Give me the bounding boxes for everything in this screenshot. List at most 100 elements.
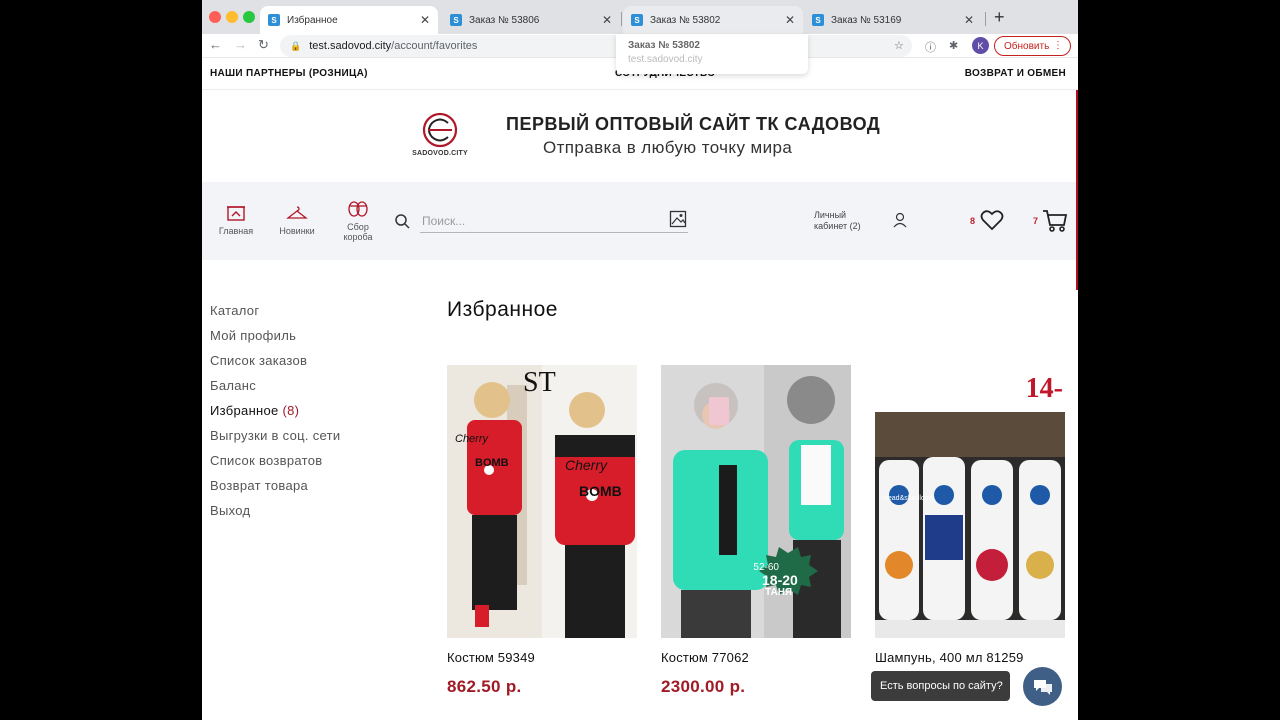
site-favicon-icon: S (450, 14, 462, 26)
logo-emblem-icon (422, 112, 458, 148)
close-tab-icon[interactable]: ✕ (785, 13, 795, 27)
tab-separator (985, 12, 986, 26)
close-tab-icon[interactable]: ✕ (420, 13, 430, 27)
sidebar-item-return-goods[interactable]: Возврат товара (210, 478, 340, 503)
size-badge-bottom: ТАНЯ (765, 587, 793, 598)
minimize-window-button[interactable] (226, 11, 238, 23)
tab-order-53802[interactable]: S Заказ № 53802 ✕ (623, 6, 803, 34)
sidebar-item-catalog[interactable]: Каталог (210, 303, 340, 328)
site-logo[interactable]: SADOVOD.CITY (412, 112, 468, 162)
site-favicon-icon: S (631, 14, 643, 26)
sidebar-item-returns-list[interactable]: Список возвратов (210, 453, 340, 478)
chat-prompt[interactable]: Есть вопросы по сайту? (871, 671, 1010, 701)
returns-link[interactable]: ВОЗВРАТ И ОБМЕН (965, 68, 1066, 79)
search-underline (420, 232, 688, 233)
user-icon[interactable] (893, 212, 907, 228)
profile-avatar[interactable]: K (972, 37, 989, 54)
close-window-button[interactable] (209, 11, 221, 23)
cart-count: 7 (1033, 216, 1039, 226)
product-name[interactable]: Костюм 59349 (447, 650, 637, 665)
page-title: Избранное (447, 298, 558, 321)
product-photo-jacket-mint (661, 365, 851, 638)
tooltip-url: test.sadovod.city (628, 54, 703, 65)
favorites-count: 8 (970, 216, 976, 226)
chat-bubble-icon (1033, 679, 1052, 695)
forward-arrow-icon[interactable]: → (234, 37, 247, 52)
product-card[interactable]: 14- head&shoulders Шампунь, 400 мл 81259 (875, 365, 1065, 677)
image-search-icon[interactable] (669, 210, 687, 228)
nav-box-label-1: Сбор (347, 222, 369, 232)
extension-icon[interactable]: ⓘ (925, 39, 936, 55)
tab-order-53169[interactable]: S Заказ № 53169 ✕ (804, 6, 982, 34)
slippers-icon (348, 201, 368, 217)
nav-new-items-label: Новинки (279, 226, 315, 236)
chat-prompt-label: Есть вопросы по сайту? (880, 680, 1003, 692)
product-card[interactable]: 52-60 18-20 ТАНЯ Костюм 77062 2300.00 р. (661, 365, 851, 697)
sidebar-item-social-export[interactable]: Выгрузки в соц. сети (210, 428, 340, 453)
site-subtitle: Отправка в любую точку мира (543, 138, 793, 157)
tab-bar: S Избранное ✕ S Заказ № 53806 ✕ S Заказ … (202, 0, 1078, 34)
reload-icon[interactable]: ↻ (258, 37, 269, 53)
product-price: 862.50 р. (447, 677, 522, 696)
search-input[interactable] (422, 213, 662, 229)
product-name[interactable]: Костюм 77062 (661, 650, 851, 665)
tab-label: Избранное (287, 14, 338, 26)
site-header: SADOVOD.CITY ПЕРВЫЙ ОПТОВЫЙ САЙТ ТК САДО… (202, 90, 1078, 182)
personal-cabinet-link[interactable]: Личный кабинет (2) (814, 210, 861, 232)
sidebar-item-logout[interactable]: Выход (210, 503, 340, 528)
nav-home[interactable]: Главная (216, 204, 256, 236)
chat-button[interactable] (1023, 667, 1062, 706)
product-image[interactable]: 14- head&shoulders (875, 365, 1065, 638)
tooltip-title: Заказ № 53802 (628, 40, 700, 51)
nav-box-label-2: короба (343, 232, 373, 243)
brand-watermark: ST (523, 367, 556, 398)
partners-link[interactable]: НАШИ ПАРТНЕРЫ (РОЗНИЦА) (210, 68, 368, 79)
tab-label: Заказ № 53802 (650, 14, 721, 26)
sidebar-item-favorites[interactable]: Избранное (8) (210, 403, 340, 428)
address-bar[interactable]: 🔒 test.sadovod.city/account/favorites (280, 35, 912, 57)
sidebar-item-profile[interactable]: Мой профиль (210, 328, 340, 353)
promo-corner-text: 14- (1025, 373, 1063, 404)
bottle-brand-text: head&shoulders (884, 495, 935, 502)
site-title: ПЕРВЫЙ ОПТОВЫЙ САЙТ ТК САДОВОД (506, 114, 881, 134)
favorites-sidebar-count: (8) (282, 403, 300, 418)
product-image[interactable]: ST Cherry BOMB Cherry BOMB (447, 365, 637, 638)
print-text: Cherry (455, 433, 489, 445)
update-label: Обновить (1004, 40, 1050, 52)
sidebar-item-balance[interactable]: Баланс (210, 378, 340, 403)
url-path: /account/favorites (391, 40, 478, 52)
nav-home-label: Главная (218, 226, 254, 236)
bookmark-star-icon[interactable]: ☆ (894, 39, 904, 52)
print-text: BOMB (475, 457, 509, 469)
tab-order-53806[interactable]: S Заказ № 53806 ✕ (442, 6, 620, 34)
heart-icon[interactable] (980, 209, 1004, 231)
tab-label: Заказ № 53169 (831, 14, 902, 26)
more-menu-icon[interactable]: ⋮ (1053, 40, 1063, 51)
hanger-icon (286, 206, 308, 219)
product-card[interactable]: ST Cherry BOMB Cherry BOMB Костюм 59349 … (447, 365, 637, 697)
site-favicon-icon: S (812, 14, 824, 26)
tab-separator (621, 12, 622, 26)
nav-box-collection[interactable]: Сбор короба (338, 200, 378, 243)
scrollbar-edge[interactable] (1076, 90, 1078, 290)
product-image[interactable]: 52-60 18-20 ТАНЯ (661, 365, 851, 638)
search-icon[interactable] (394, 213, 410, 229)
main-navigation: Главная Новинки Сбор короба Поиск... Лич… (202, 182, 1078, 260)
store-icon (227, 206, 245, 221)
account-sidebar: Каталог Мой профиль Список заказов Балан… (210, 303, 340, 528)
update-button[interactable]: Обновить ⋮ (994, 36, 1071, 56)
tab-favorites[interactable]: S Избранное ✕ (260, 6, 438, 34)
lock-icon: 🔒 (290, 40, 302, 51)
tab-hover-tooltip: Заказ № 53802 test.sadovod.city (616, 34, 808, 74)
close-tab-icon[interactable]: ✕ (964, 13, 974, 27)
close-tab-icon[interactable]: ✕ (602, 13, 612, 27)
sidebar-item-orders[interactable]: Список заказов (210, 353, 340, 378)
logo-text: SADOVOD.CITY (412, 150, 468, 157)
nav-new-items[interactable]: Новинки (275, 204, 319, 236)
new-tab-button[interactable]: + (994, 7, 1005, 28)
product-name[interactable]: Шампунь, 400 мл 81259 (875, 650, 1065, 665)
maximize-window-button[interactable] (243, 11, 255, 23)
puzzle-icon[interactable]: ✱ (949, 39, 958, 52)
back-arrow-icon[interactable]: ← (209, 37, 222, 52)
cart-icon[interactable] (1042, 209, 1068, 233)
